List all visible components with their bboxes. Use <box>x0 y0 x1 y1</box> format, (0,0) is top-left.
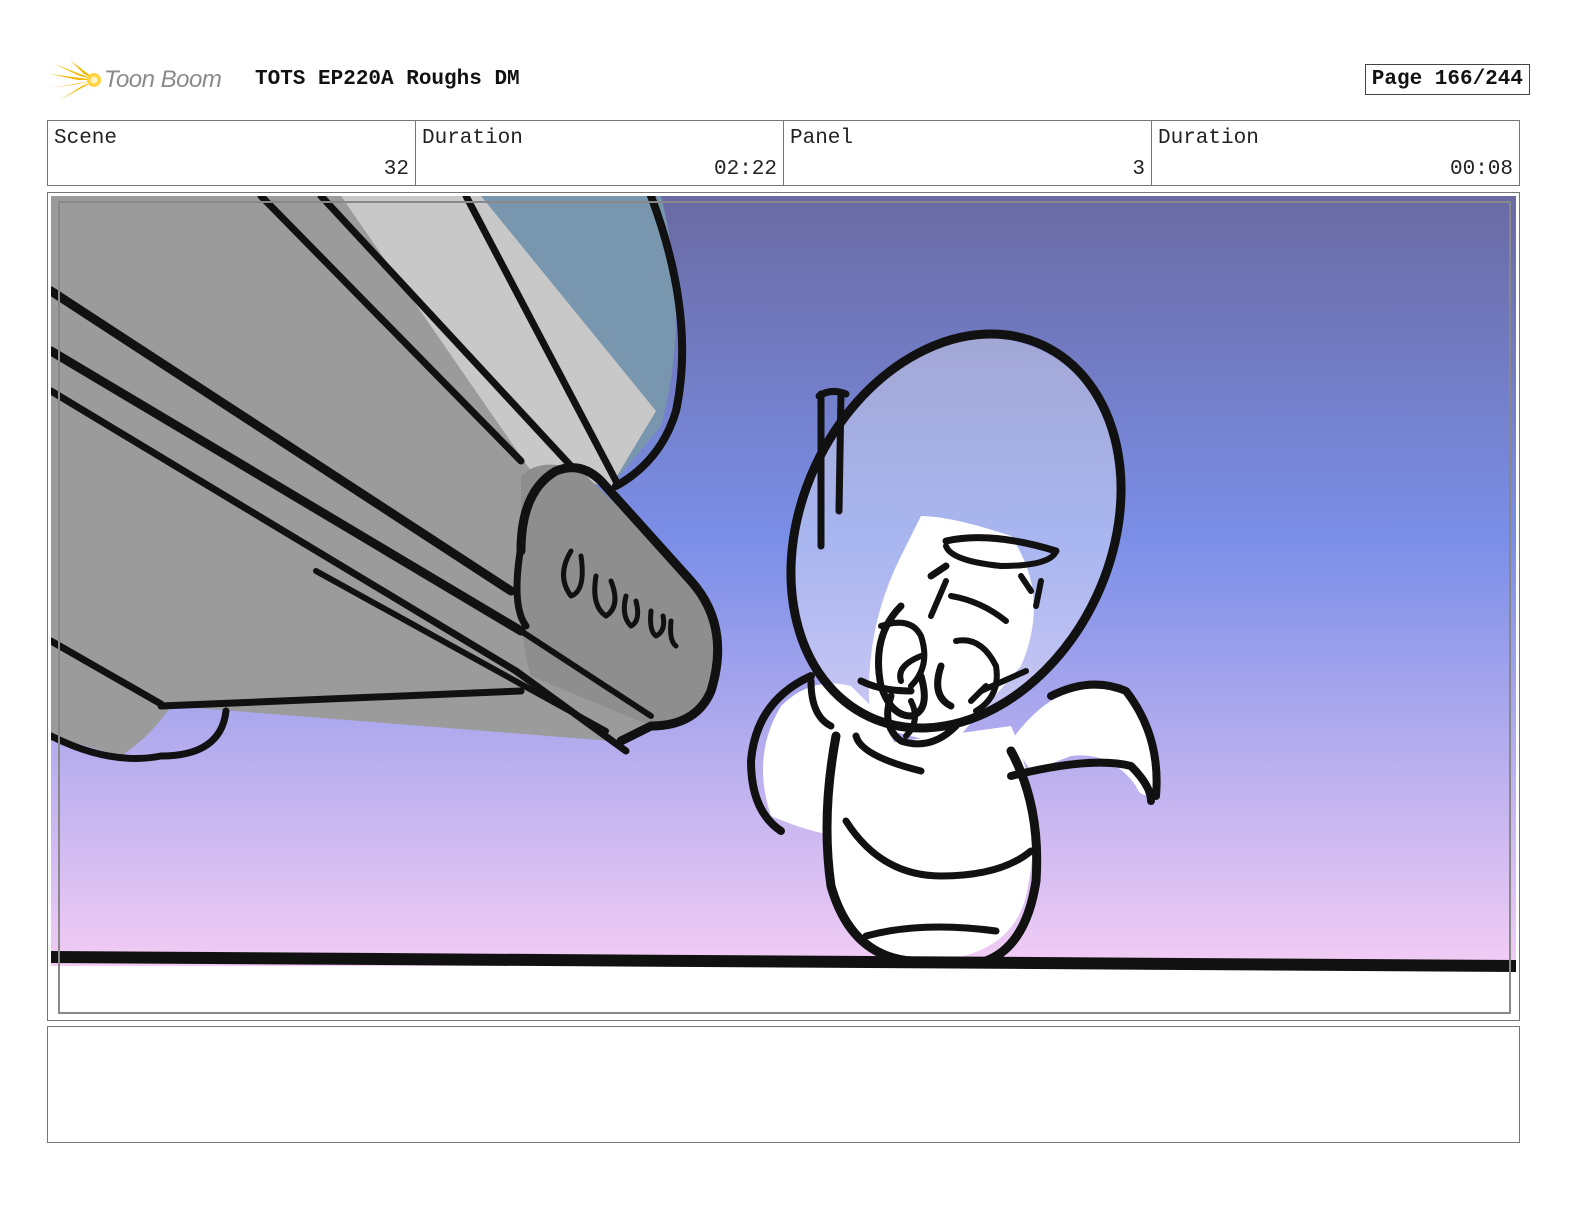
panel-drawing <box>51 196 1516 1017</box>
storyboard-panel <box>47 192 1520 1021</box>
scene-duration-value: 02:22 <box>713 158 777 181</box>
panel-notes-box <box>47 1026 1520 1143</box>
panel-cell: Panel 3 <box>784 121 1152 185</box>
panel-duration-label: Duration <box>1158 127 1259 150</box>
panel-duration-cell: Duration 00:08 <box>1152 121 1519 185</box>
storyboard-header: Toon Boom TOTS EP220A Roughs DM Page 166… <box>50 56 1540 106</box>
panel-duration-value: 00:08 <box>1449 158 1513 181</box>
scene-value: 32 <box>383 158 409 181</box>
brand-name: Toon Boom <box>104 66 222 93</box>
spaceship-nose <box>51 196 723 762</box>
ground-area <box>51 966 1516 1017</box>
toon-boom-logo: Toon Boom <box>50 58 240 104</box>
panel-label: Panel <box>790 127 854 150</box>
panel-value: 3 <box>1132 158 1145 181</box>
starburst-icon <box>50 60 101 100</box>
scene-label: Scene <box>54 127 118 150</box>
scene-duration-label: Duration <box>422 127 523 150</box>
document-title: TOTS EP220A Roughs DM <box>255 68 520 91</box>
panel-info-row: Scene 32 Duration 02:22 Panel 3 Duration… <box>47 120 1520 186</box>
page-number: Page 166/244 <box>1364 64 1530 95</box>
scene-cell: Scene 32 <box>48 121 416 185</box>
scene-duration-cell: Duration 02:22 <box>416 121 784 185</box>
